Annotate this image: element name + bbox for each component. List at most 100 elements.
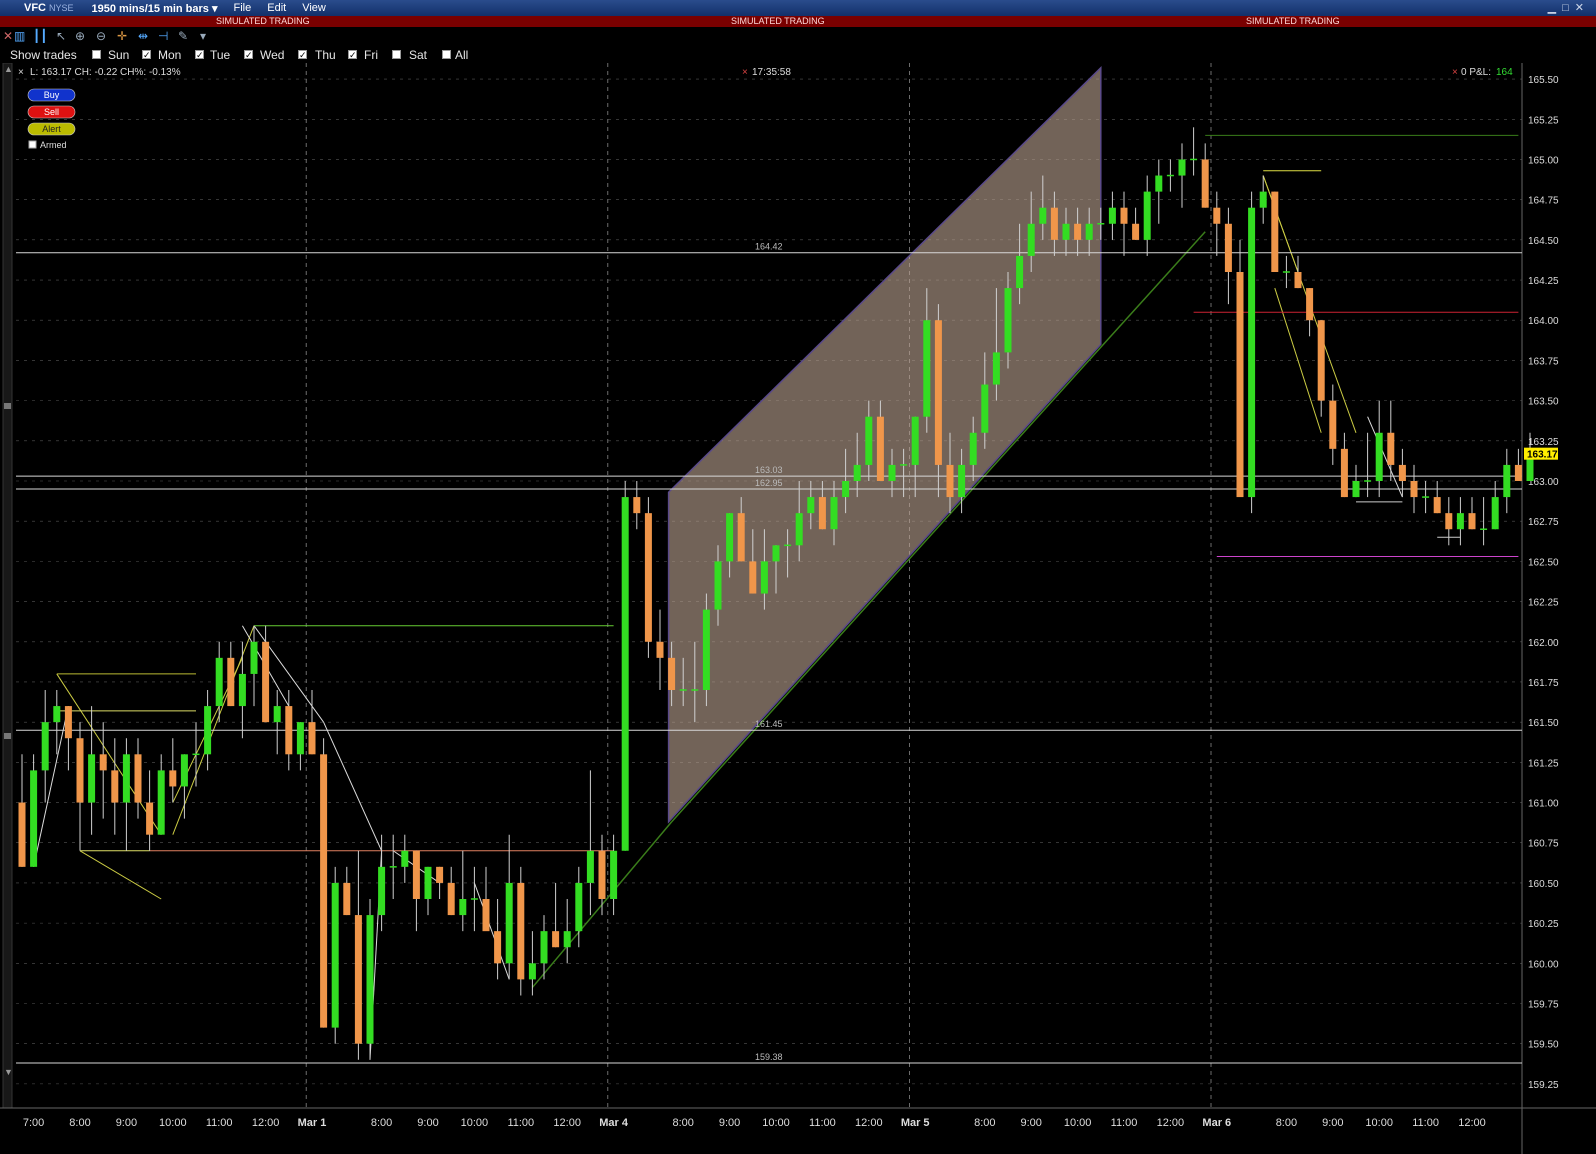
candle-body[interactable]: [308, 722, 316, 755]
menu-edit[interactable]: Edit: [267, 2, 286, 14]
candle-body[interactable]: [1491, 497, 1499, 530]
candle-body[interactable]: [1120, 207, 1128, 224]
candle-body[interactable]: [679, 689, 687, 691]
candle-body[interactable]: [111, 770, 119, 803]
candle-body[interactable]: [737, 513, 745, 562]
candle-body[interactable]: [575, 882, 583, 932]
candle-body[interactable]: [1329, 400, 1337, 449]
candle-body[interactable]: [1340, 448, 1348, 498]
candle-body[interactable]: [1155, 175, 1163, 192]
period-selector[interactable]: 1950 mins/15 min bars ▾: [92, 2, 218, 15]
candle-body[interactable]: [691, 689, 699, 691]
candle-body[interactable]: [795, 513, 803, 546]
candle-body[interactable]: [1004, 288, 1012, 353]
candle-body[interactable]: [169, 770, 177, 787]
candle-body[interactable]: [1480, 528, 1488, 530]
candle-body[interactable]: [157, 770, 165, 835]
candle-body[interactable]: [30, 770, 38, 867]
candle-body[interactable]: [1387, 432, 1395, 465]
checkbox-sun[interactable]: [92, 50, 101, 59]
candle-body[interactable]: [1433, 497, 1441, 514]
candle-body[interactable]: [1201, 159, 1209, 208]
candle-body[interactable]: [923, 320, 931, 417]
candle-body[interactable]: [1422, 496, 1430, 498]
candle-body[interactable]: [1143, 191, 1151, 240]
candle-body[interactable]: [1294, 272, 1302, 289]
candle-body[interactable]: [1166, 174, 1174, 177]
candle-body[interactable]: [540, 931, 548, 964]
candle-body[interactable]: [99, 754, 107, 771]
close-icon[interactable]: ×: [742, 67, 748, 78]
candle-body[interactable]: [610, 850, 618, 899]
candle-body[interactable]: [586, 850, 594, 883]
price-chart[interactable]: ▲ ▼ 165.50 165.25 165.00 164.75 164.50 164.25 16…: [0, 63, 1596, 1154]
candle-body[interactable]: [1027, 223, 1035, 256]
maximize-icon[interactable]: □: [1562, 2, 1575, 14]
candle-body[interactable]: [64, 706, 72, 739]
candle-body[interactable]: [598, 850, 606, 899]
candle-body[interactable]: [238, 673, 246, 707]
candle-body[interactable]: [981, 384, 989, 433]
candle-body[interactable]: [1236, 272, 1244, 498]
ruler-icon[interactable]: ⊣: [158, 29, 168, 43]
candle-body[interactable]: [41, 722, 49, 771]
candle-body[interactable]: [459, 899, 467, 916]
candle-body[interactable]: [1050, 207, 1058, 240]
checkbox-wed[interactable]: ✓: [244, 50, 253, 60]
candle-body[interactable]: [1178, 159, 1186, 176]
candle-body[interactable]: [865, 416, 873, 465]
candle-body[interactable]: [204, 706, 212, 755]
candle-body[interactable]: [146, 802, 154, 835]
candle-body[interactable]: [18, 802, 26, 867]
candle-body[interactable]: [354, 915, 362, 1044]
checkbox-sat[interactable]: [392, 50, 401, 59]
candle-body[interactable]: [343, 882, 351, 916]
candle-body[interactable]: [969, 432, 977, 465]
candle-body[interactable]: [958, 464, 966, 498]
close-icon[interactable]: ×: [18, 67, 24, 78]
bars-icon[interactable]: ┃┃: [33, 29, 47, 43]
candle-body[interactable]: [366, 915, 374, 1044]
candle-body[interactable]: [726, 513, 734, 562]
minimize-icon[interactable]: ▁: [1548, 2, 1562, 14]
candle-body[interactable]: [1503, 464, 1511, 498]
candle-body[interactable]: [1213, 207, 1221, 224]
candle-body[interactable]: [1224, 223, 1232, 272]
candle-body[interactable]: [1062, 223, 1070, 240]
candle-body[interactable]: [784, 544, 792, 547]
candle-body[interactable]: [1514, 464, 1522, 481]
candle-body[interactable]: [1074, 223, 1082, 240]
candle-body[interactable]: [633, 497, 641, 514]
candle-body[interactable]: [621, 497, 629, 851]
candle-body[interactable]: [331, 882, 339, 1028]
candle-body[interactable]: [412, 850, 420, 899]
candle-body[interactable]: [1456, 513, 1464, 530]
candle-body[interactable]: [1248, 207, 1256, 498]
candle-body[interactable]: [192, 753, 200, 756]
candle-body[interactable]: [900, 464, 908, 466]
candle-body[interactable]: [1468, 513, 1476, 530]
candle-body[interactable]: [447, 882, 455, 916]
candle-body[interactable]: [262, 641, 270, 723]
candle-body[interactable]: [53, 706, 61, 723]
bar-type-icon[interactable]: ▥: [14, 29, 25, 43]
candle-body[interactable]: [668, 657, 676, 690]
zoom-in-icon[interactable]: ⊕: [75, 29, 85, 43]
candle-body[interactable]: [1317, 320, 1325, 401]
scroll-handle-top[interactable]: [4, 403, 11, 409]
candle-body[interactable]: [563, 931, 571, 948]
candle-body[interactable]: [702, 609, 710, 690]
candle-body[interactable]: [1016, 255, 1024, 289]
candle-body[interactable]: [378, 866, 386, 916]
candle-body[interactable]: [1108, 207, 1116, 224]
candle-body[interactable]: [1306, 288, 1314, 321]
candle-body[interactable]: [470, 898, 478, 900]
candle-body[interactable]: [1445, 513, 1453, 530]
checkbox-tue[interactable]: ✓: [195, 50, 204, 60]
candle-body[interactable]: [227, 657, 235, 707]
menu-view[interactable]: View: [302, 2, 326, 14]
zoom-out-icon[interactable]: ⊖: [96, 29, 106, 43]
close-icon[interactable]: ×: [1452, 67, 1458, 78]
candle-body[interactable]: [296, 722, 304, 755]
checkbox-fri[interactable]: ✓: [348, 50, 357, 60]
